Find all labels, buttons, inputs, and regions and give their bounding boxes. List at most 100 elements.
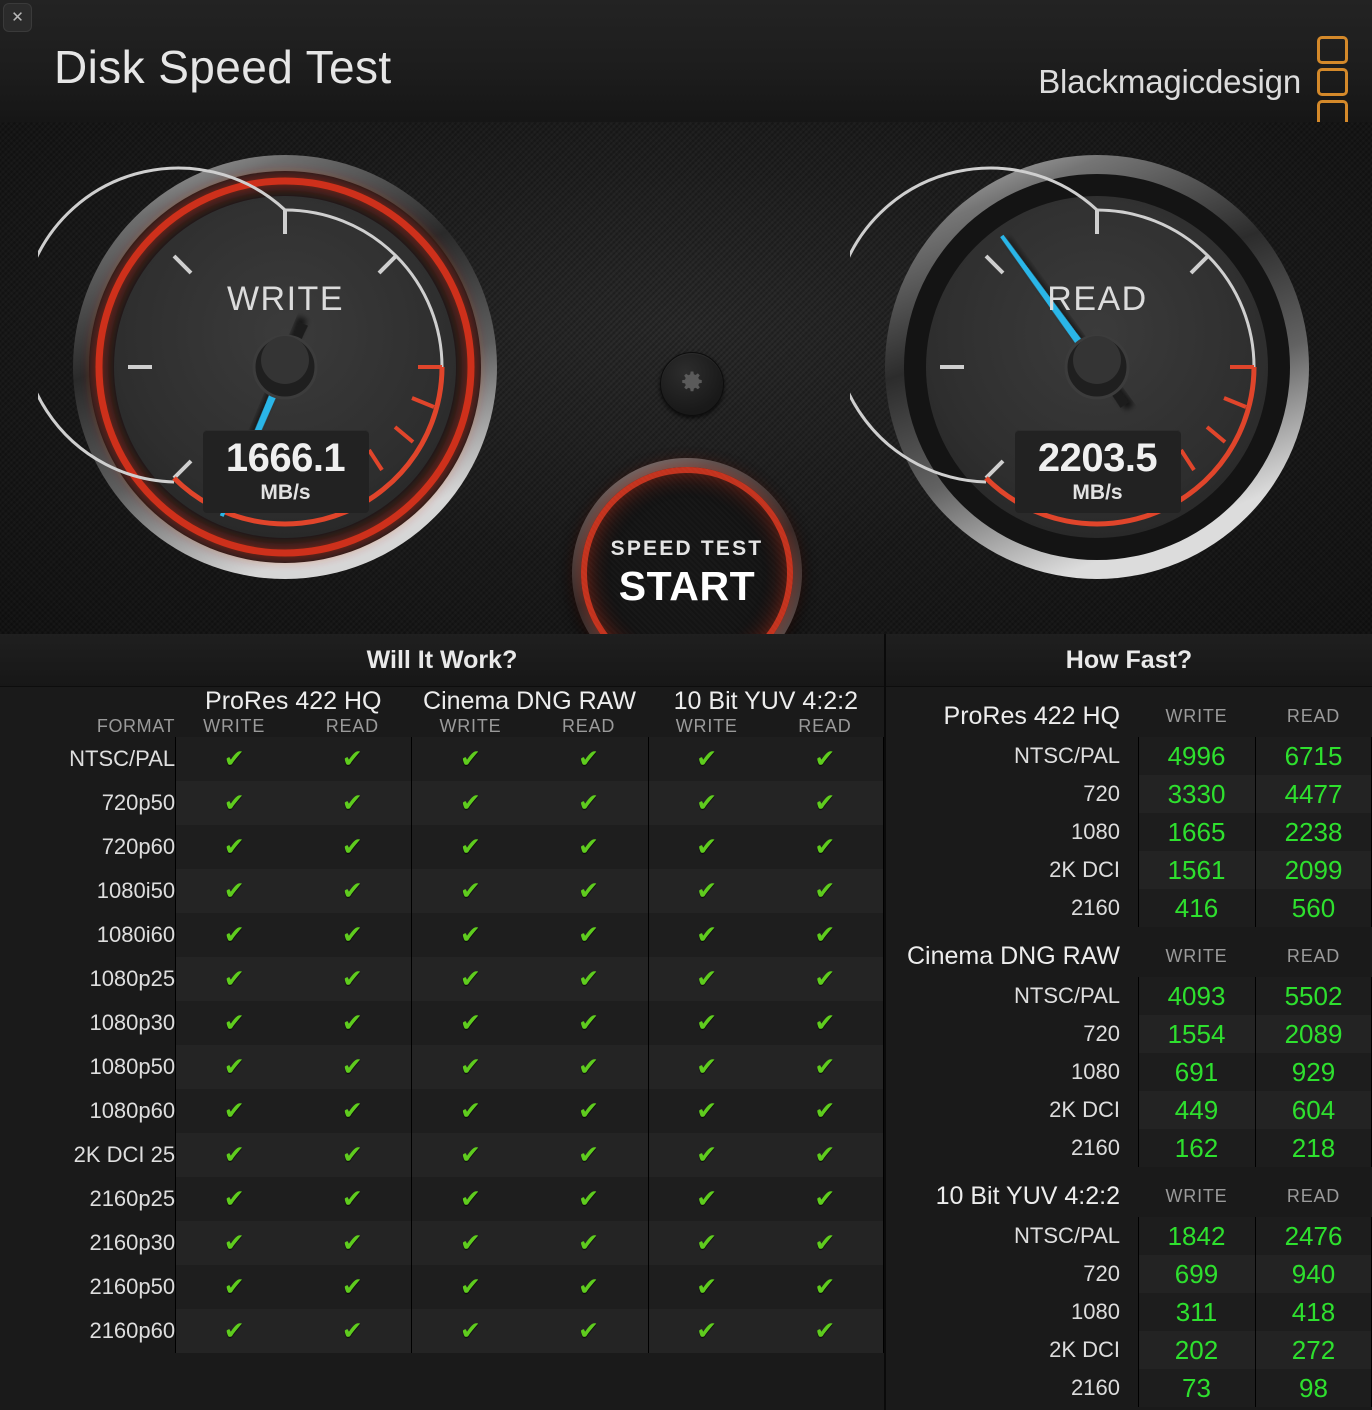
gauge-panel: WRITE 1666.1 MB/s SPEED TEST START READ … (0, 122, 1372, 688)
write-speed-value: 4093 (1138, 977, 1255, 1015)
how-fast-section: Cinema DNG RAW WRITE READ NTSC/PAL 4093 5502 7… (886, 941, 1372, 1167)
check-icon: ✔ (293, 737, 412, 781)
resolution-label: 720 (1083, 1021, 1120, 1046)
check-icon: ✔ (529, 1309, 648, 1353)
check-icon: ✔ (529, 1133, 648, 1177)
group-header-row: ProRes 422 HQ Cinema DNG RAW 10 Bit YUV … (0, 687, 884, 716)
check-icon: ✔ (411, 1001, 530, 1045)
write-speed-value: 311 (1138, 1293, 1255, 1331)
resolution-label: 1080 (1071, 1059, 1120, 1084)
table-row: 2160 162 218 (886, 1129, 1372, 1167)
format-label: 1080i60 (96, 922, 176, 947)
read-speed-value: 98 (1255, 1369, 1372, 1407)
table-row: 2K DCI 202 272 (886, 1331, 1372, 1369)
sub-header-write-1: WRITE (439, 716, 502, 736)
table-row: 720 1554 2089 (886, 1015, 1372, 1053)
resolution-label: 720 (1083, 1261, 1120, 1286)
read-speed-value: 5502 (1255, 977, 1372, 1015)
check-icon: ✔ (529, 957, 648, 1001)
check-icon: ✔ (765, 957, 884, 1001)
check-icon: ✔ (765, 1309, 884, 1353)
check-icon: ✔ (647, 1265, 766, 1309)
check-icon: ✔ (529, 737, 648, 781)
format-header: FORMAT (96, 716, 176, 736)
close-icon[interactable]: ✕ (3, 3, 32, 32)
group-header-1: Cinema DNG RAW (423, 687, 637, 715)
read-gauge-label: READ (1047, 280, 1148, 318)
check-icon: ✔ (765, 1221, 884, 1265)
format-label: 1080p25 (89, 966, 176, 991)
table-row: 1080i60 ✔ ✔ ✔ ✔ ✔ ✔ (0, 913, 884, 957)
blackmagic-logo-icon (1317, 36, 1348, 128)
table-row: 2160 73 98 (886, 1369, 1372, 1407)
sub-header-write-0: WRITE (203, 716, 266, 736)
results-panels: Will It Work? ProRes 422 HQ Cinema DNG R… (0, 634, 1372, 1410)
table-row: 2K DCI 449 604 (886, 1091, 1372, 1129)
check-icon: ✔ (293, 1089, 412, 1133)
check-icon: ✔ (293, 1133, 412, 1177)
format-label: 720p60 (101, 834, 176, 859)
check-icon: ✔ (529, 825, 648, 869)
write-gauge: WRITE 1666.1 MB/s (38, 142, 533, 592)
read-speed-value: 604 (1255, 1091, 1372, 1129)
check-icon: ✔ (647, 1045, 766, 1089)
table-row: 2160 416 560 (886, 889, 1372, 927)
check-icon: ✔ (647, 1089, 766, 1133)
check-icon: ✔ (175, 1265, 294, 1309)
check-icon: ✔ (529, 1001, 648, 1045)
table-row: 1080p25 ✔ ✔ ✔ ✔ ✔ ✔ (0, 957, 884, 1001)
write-unit: MB/s (260, 481, 311, 504)
check-icon: ✔ (529, 1045, 648, 1089)
read-speed-value: 2099 (1255, 851, 1372, 889)
write-speed-value: 4996 (1138, 737, 1255, 775)
how-fast-write-header: WRITE (1165, 706, 1228, 726)
check-icon: ✔ (647, 869, 766, 913)
format-label: 2K DCI 25 (73, 1142, 176, 1167)
table-row: 1080 1665 2238 (886, 813, 1372, 851)
gear-icon[interactable] (660, 352, 724, 416)
check-icon: ✔ (175, 1309, 294, 1353)
check-icon: ✔ (765, 825, 884, 869)
check-icon: ✔ (647, 1001, 766, 1045)
table-row: 720p50 ✔ ✔ ✔ ✔ ✔ ✔ (0, 781, 884, 825)
table-row: 2160p50 ✔ ✔ ✔ ✔ ✔ ✔ (0, 1265, 884, 1309)
check-icon: ✔ (175, 1221, 294, 1265)
table-row: 1080 691 929 (886, 1053, 1372, 1091)
resolution-label: 2K DCI (1049, 857, 1120, 882)
check-icon: ✔ (175, 1001, 294, 1045)
write-speed-value: 416 (1138, 889, 1255, 927)
start-main-label: START (618, 562, 756, 609)
table-row: 720 3330 4477 (886, 775, 1372, 813)
format-label: 1080i50 (96, 878, 176, 903)
resolution-label: 1080 (1071, 1299, 1120, 1324)
read-speed-value: 2089 (1255, 1015, 1372, 1053)
check-icon: ✔ (411, 1221, 530, 1265)
title-bar: ✕ Disk Speed Test Blackmagicdesign (0, 0, 1372, 128)
check-icon: ✔ (411, 1309, 530, 1353)
write-speed-value: 1842 (1138, 1217, 1255, 1255)
resolution-label: NTSC/PAL (1014, 1223, 1120, 1248)
table-row: NTSC/PAL 1842 2476 (886, 1217, 1372, 1255)
check-icon: ✔ (647, 737, 766, 781)
format-label: 1080p30 (89, 1010, 176, 1035)
write-speed-value: 162 (1138, 1129, 1255, 1167)
check-icon: ✔ (765, 1265, 884, 1309)
table-row: 1080p50 ✔ ✔ ✔ ✔ ✔ ✔ (0, 1045, 884, 1089)
resolution-label: 2K DCI (1049, 1337, 1120, 1362)
table-row: NTSC/PAL 4996 6715 (886, 737, 1372, 775)
how-fast-section: 10 Bit YUV 4:2:2 WRITE READ NTSC/PAL 1842 247… (886, 1181, 1372, 1407)
write-speed-value: 691 (1138, 1053, 1255, 1091)
check-icon: ✔ (529, 1177, 648, 1221)
check-icon: ✔ (175, 825, 294, 869)
read-readout: 2203.5 MB/s (1014, 430, 1181, 513)
check-icon: ✔ (293, 1045, 412, 1089)
write-readout: 1666.1 MB/s (202, 430, 369, 513)
resolution-label: 2160 (1071, 895, 1120, 920)
check-icon: ✔ (647, 957, 766, 1001)
check-icon: ✔ (175, 1089, 294, 1133)
write-gauge-label: WRITE (226, 280, 345, 318)
check-icon: ✔ (647, 781, 766, 825)
format-label: 2160p60 (89, 1318, 176, 1343)
group-header-2: 10 Bit YUV 4:2:2 (673, 687, 859, 715)
how-fast-section-header: ProRes 422 HQ WRITE READ (886, 701, 1372, 737)
